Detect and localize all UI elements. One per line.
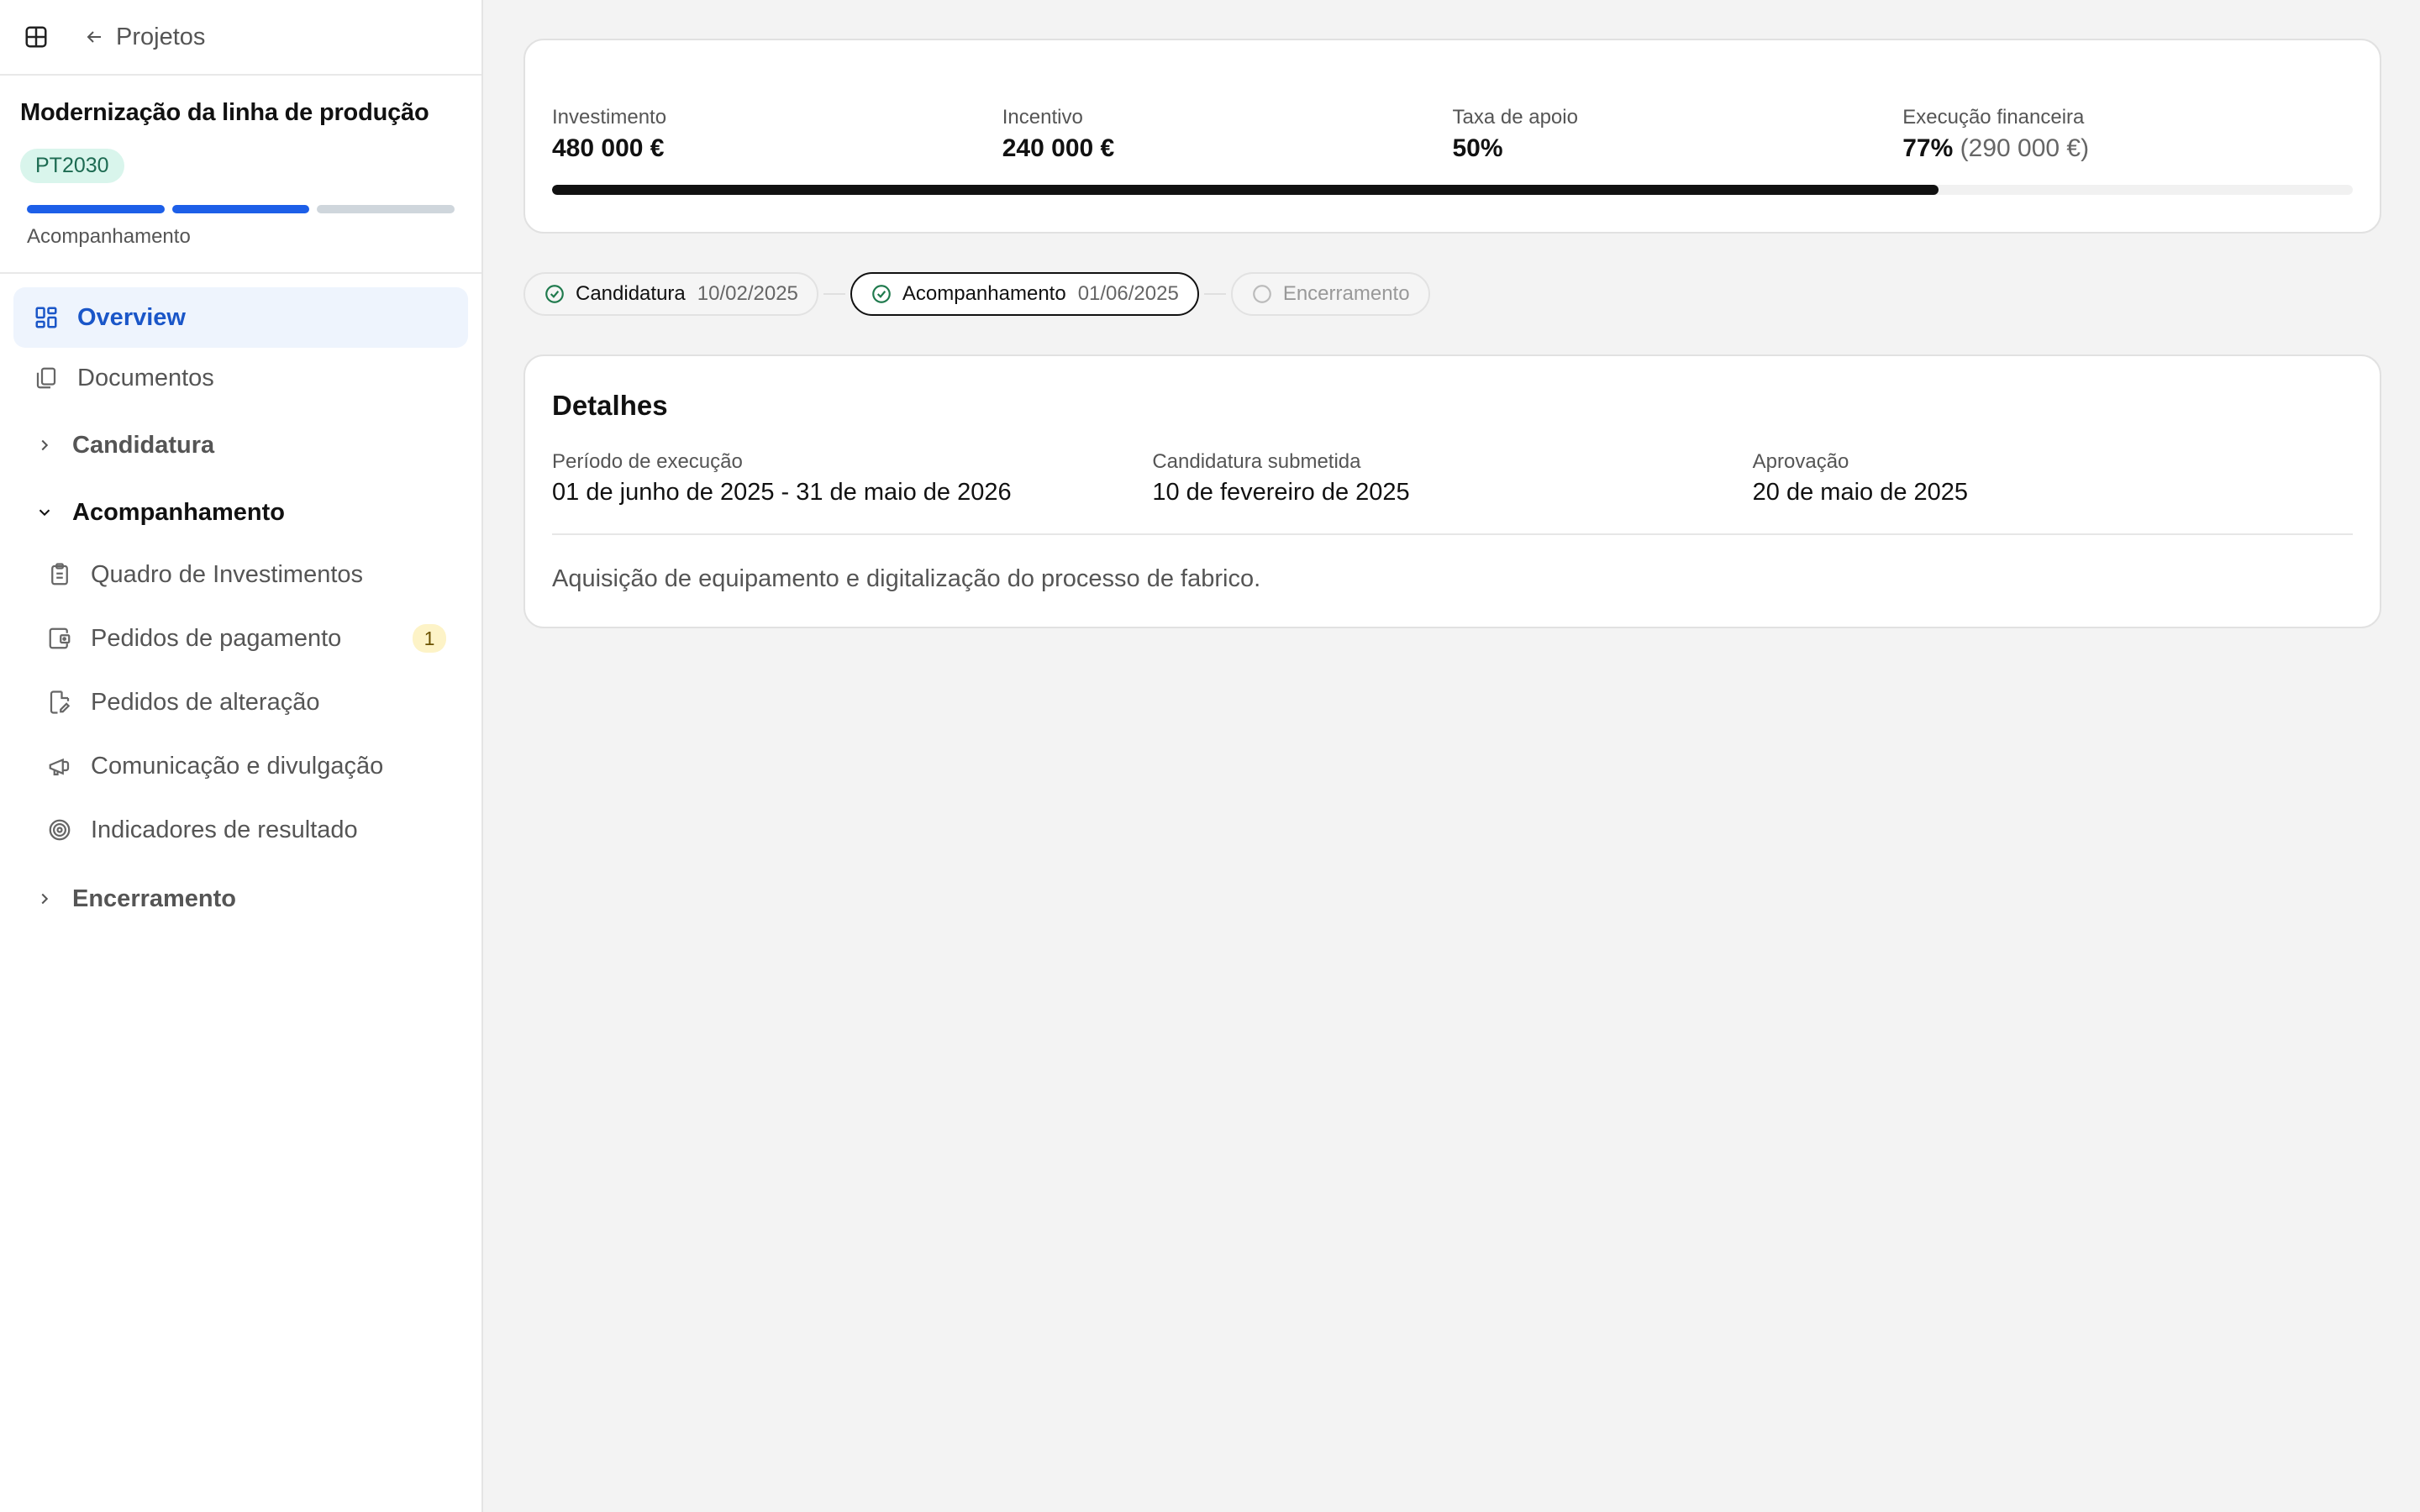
sidebar-item-comunicacao[interactable]: Comunicação e divulgação bbox=[13, 734, 468, 798]
sidebar-item-label: Comunicação e divulgação bbox=[91, 752, 384, 780]
sidebar-item-indicadores[interactable]: Indicadores de resultado bbox=[13, 798, 468, 862]
file-edit-icon bbox=[50, 690, 71, 714]
detail-label: Aprovação bbox=[1752, 450, 1849, 473]
check-circle-icon bbox=[545, 285, 564, 303]
phase-progress bbox=[20, 205, 461, 213]
sidebar-item-label: Indicadores de resultado bbox=[91, 816, 358, 843]
financial-summary-card: Investimento 480 000 € Incentivo 240 000… bbox=[523, 39, 2381, 234]
chevron-right-icon bbox=[41, 439, 49, 451]
step-encerramento[interactable]: Encerramento bbox=[1230, 272, 1430, 316]
back-to-projects-link[interactable]: Projetos bbox=[84, 24, 205, 51]
main-content: Investimento 480 000 € Incentivo 240 000… bbox=[483, 0, 2420, 1512]
project-description: Aquisição de equipamento e digitalização… bbox=[552, 565, 1261, 592]
phase-stepper: Candidatura 10/02/2025 Acompanhamento 01… bbox=[523, 272, 2381, 316]
current-phase-label: Acompanhamento bbox=[27, 225, 191, 248]
layout-grid-icon[interactable] bbox=[24, 24, 49, 50]
execution-progress-bar bbox=[552, 185, 2353, 195]
step-date: 01/06/2025 bbox=[1077, 282, 1179, 305]
execution-percent: 77% bbox=[1902, 134, 1954, 162]
wallet-icon bbox=[49, 627, 71, 649]
details-card: Detalhes Período de execução 01 de junho… bbox=[523, 354, 2381, 628]
step-label: Candidatura bbox=[576, 282, 686, 305]
phase-progress-segment bbox=[27, 205, 165, 213]
stat-value: 50% bbox=[1452, 134, 1503, 162]
stat-label: Investimento bbox=[552, 106, 667, 129]
sidebar: Projetos Modernização da linha de produç… bbox=[0, 0, 483, 1512]
sidebar-group-acompanhamento[interactable]: Acompanhamento bbox=[13, 482, 468, 543]
sidebar-item-label: Pedidos de pagamento bbox=[91, 624, 342, 652]
sidebar-item-overview[interactable]: Overview bbox=[13, 287, 468, 348]
detail-label: Candidatura submetida bbox=[1152, 450, 1361, 473]
sidebar-group-label: Acompanhamento bbox=[72, 498, 285, 526]
app: Projetos Modernização da linha de produç… bbox=[0, 0, 2420, 1512]
megaphone-icon bbox=[49, 758, 70, 776]
phase-progress-segment bbox=[317, 205, 455, 213]
stat-incentive: Incentivo 240 000 € bbox=[1002, 106, 1453, 163]
step-connector bbox=[1203, 293, 1226, 295]
details-row: Período de execução 01 de junho de 2025 … bbox=[552, 450, 2353, 507]
dashboard-icon bbox=[35, 307, 57, 328]
sidebar-item-label: Documentos bbox=[77, 364, 214, 391]
stat-label: Incentivo bbox=[1002, 106, 1083, 129]
documents-icon bbox=[36, 367, 56, 389]
program-badge: PT2030 bbox=[20, 149, 124, 183]
target-icon bbox=[49, 819, 71, 841]
step-candidatura[interactable]: Candidatura 10/02/2025 bbox=[523, 272, 818, 316]
sidebar-item-documents[interactable]: Documentos bbox=[13, 348, 468, 408]
sidebar-group-label: Encerramento bbox=[72, 885, 237, 912]
stat-financial-execution: Execução financeira 77% (290 000 €) bbox=[1902, 106, 2353, 163]
stat-label: Execução financeira bbox=[1902, 106, 2085, 129]
step-label: Encerramento bbox=[1282, 282, 1410, 305]
clipboard-icon bbox=[51, 563, 68, 585]
sidebar-item-label: Overview bbox=[77, 303, 186, 331]
phase-progress-segment bbox=[171, 205, 310, 213]
details-title: Detalhes bbox=[552, 390, 668, 421]
detail-value: 01 de junho de 2025 - 31 de maio de 2026 bbox=[552, 479, 1012, 506]
stat-value: 480 000 € bbox=[552, 134, 665, 162]
stat-value: 240 000 € bbox=[1002, 134, 1115, 162]
chevron-down-icon bbox=[39, 509, 50, 517]
detail-label: Período de execução bbox=[552, 450, 743, 473]
project-title: Modernização da linha de produção bbox=[20, 99, 429, 126]
empty-circle-icon bbox=[1252, 285, 1271, 303]
sidebar-item-pedidos-pagamento[interactable]: Pedidos de pagamento 1 bbox=[13, 606, 468, 670]
sidebar-item-pedidos-alteracao[interactable]: Pedidos de alteração bbox=[13, 670, 468, 734]
arrow-left-icon bbox=[87, 31, 101, 43]
back-link-label: Projetos bbox=[116, 23, 206, 50]
sidebar-item-quadro-investimentos[interactable]: Quadro de Investimentos bbox=[13, 543, 468, 606]
sidebar-group-encerramento[interactable]: Encerramento bbox=[13, 869, 468, 929]
stat-support-rate: Taxa de apoio 50% bbox=[1453, 106, 1903, 163]
detail-approval: Aprovação 20 de maio de 2025 bbox=[1753, 450, 2353, 507]
step-connector bbox=[823, 293, 845, 295]
step-acompanhamento[interactable]: Acompanhamento 01/06/2025 bbox=[850, 272, 1199, 316]
sidebar-group-candidatura[interactable]: Candidatura bbox=[13, 415, 468, 475]
detail-period: Período de execução 01 de junho de 2025 … bbox=[552, 450, 1152, 507]
check-circle-icon bbox=[872, 285, 891, 303]
pending-count-badge: 1 bbox=[413, 624, 446, 653]
execution-amount: (290 000 €) bbox=[1960, 134, 2090, 162]
stat-value: 77% (290 000 €) bbox=[1902, 134, 2353, 163]
sidebar-item-label: Quadro de Investimentos bbox=[91, 560, 364, 588]
detail-value: 20 de maio de 2025 bbox=[1752, 479, 1969, 506]
detail-value: 10 de fevereiro de 2025 bbox=[1152, 479, 1410, 506]
sidebar-header: Projetos bbox=[0, 0, 481, 76]
step-date: 10/02/2025 bbox=[697, 282, 798, 305]
project-summary: Modernização da linha de produção PT2030… bbox=[0, 76, 481, 274]
sidebar-group-label: Candidatura bbox=[72, 431, 215, 459]
stat-label: Taxa de apoio bbox=[1452, 106, 1578, 129]
sidebar-item-label: Pedidos de alteração bbox=[91, 688, 320, 716]
stats-row: Investimento 480 000 € Incentivo 240 000… bbox=[552, 106, 2353, 163]
chevron-right-icon bbox=[41, 893, 49, 905]
detail-submitted: Candidatura submetida 10 de fevereiro de… bbox=[1152, 450, 1752, 507]
step-label: Acompanhamento bbox=[902, 282, 1066, 305]
stat-investment: Investimento 480 000 € bbox=[552, 106, 1002, 163]
divider bbox=[552, 533, 2353, 535]
sidebar-nav: Overview Documentos Candidatura Acompanh… bbox=[0, 274, 481, 942]
execution-progress-fill bbox=[552, 185, 1939, 195]
